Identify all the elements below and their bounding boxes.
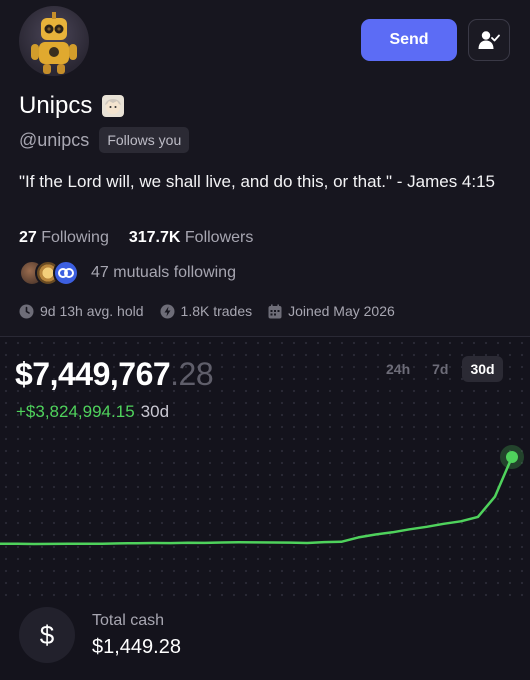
profile-bio: "If the Lord will, we shall live, and do… — [19, 172, 496, 191]
send-button[interactable]: Send — [361, 19, 457, 61]
profile-handle: @unipcs — [19, 129, 90, 150]
followers-stat[interactable]: 317.7K Followers — [129, 229, 254, 247]
avg-hold-item: 9d 13h avg. hold — [19, 303, 144, 319]
portfolio-balance: $7,449,767.28 — [15, 356, 214, 393]
range-tab-30d[interactable]: 30d — [462, 356, 503, 382]
time-range-selector: 24h 7d 30d — [378, 356, 503, 382]
pnl-period: 30d — [140, 402, 170, 421]
mutuals-row[interactable]: 47 mutuals following — [19, 260, 236, 286]
joined-item: Joined May 2026 — [268, 303, 395, 319]
joined-text: Joined May 2026 — [288, 303, 395, 319]
range-tab-24h[interactable]: 24h — [378, 356, 418, 382]
range-tab-7d[interactable]: 7d — [424, 356, 456, 382]
pnl-row: +$3,824,994.15 30d — [16, 402, 169, 422]
mutuals-text: 47 mutuals following — [91, 264, 236, 281]
mutual-avatar — [53, 260, 79, 286]
balance-cents: .28 — [170, 356, 214, 392]
following-stat[interactable]: 27 Following — [19, 229, 109, 247]
following-count: 27 — [19, 229, 37, 246]
character-emoji-icon — [102, 95, 125, 117]
total-cash-value: $1,449.28 — [92, 636, 181, 658]
series-line — [0, 456, 514, 546]
following-label: Following — [41, 229, 109, 246]
link-icon — [58, 268, 74, 278]
calendar-icon — [268, 304, 282, 318]
lightning-icon — [160, 304, 175, 318]
trades-item: 1.8K trades — [160, 303, 253, 319]
profile-name: Unipcs — [19, 92, 125, 120]
clock-icon — [19, 304, 34, 318]
total-cash-label: Total cash — [92, 612, 165, 629]
pnl-change: +$3,824,994.15 — [16, 402, 135, 421]
handle-row: @unipcs Follows you — [19, 127, 190, 153]
avg-hold-text: 9d 13h avg. hold — [40, 303, 144, 319]
avatar[interactable] — [19, 6, 89, 76]
followers-count: 317.7K — [128, 229, 181, 246]
mutual-avatars — [19, 260, 81, 286]
robot-avatar-icon — [31, 12, 77, 74]
balance-main: $7,449,767 — [15, 356, 171, 392]
last-point-marker — [506, 451, 518, 463]
dollar-icon: $ — [19, 607, 75, 663]
trades-text: 1.8K trades — [180, 303, 253, 319]
followers-label: Followers — [184, 229, 254, 246]
user-check-icon — [478, 31, 500, 49]
follow-stats: 27 Following 317.7K Followers — [19, 229, 253, 247]
profile-meta: 9d 13h avg. hold 1.8K trades Joined May … — [19, 303, 411, 319]
portfolio-line-chart — [0, 445, 524, 546]
profile-header: Send Unipcs @unipcs Follows you "If the … — [0, 0, 530, 336]
profile-name-text: Unipcs — [19, 92, 93, 119]
follows-you-badge: Follows you — [99, 127, 190, 153]
follow-button[interactable] — [468, 19, 510, 61]
